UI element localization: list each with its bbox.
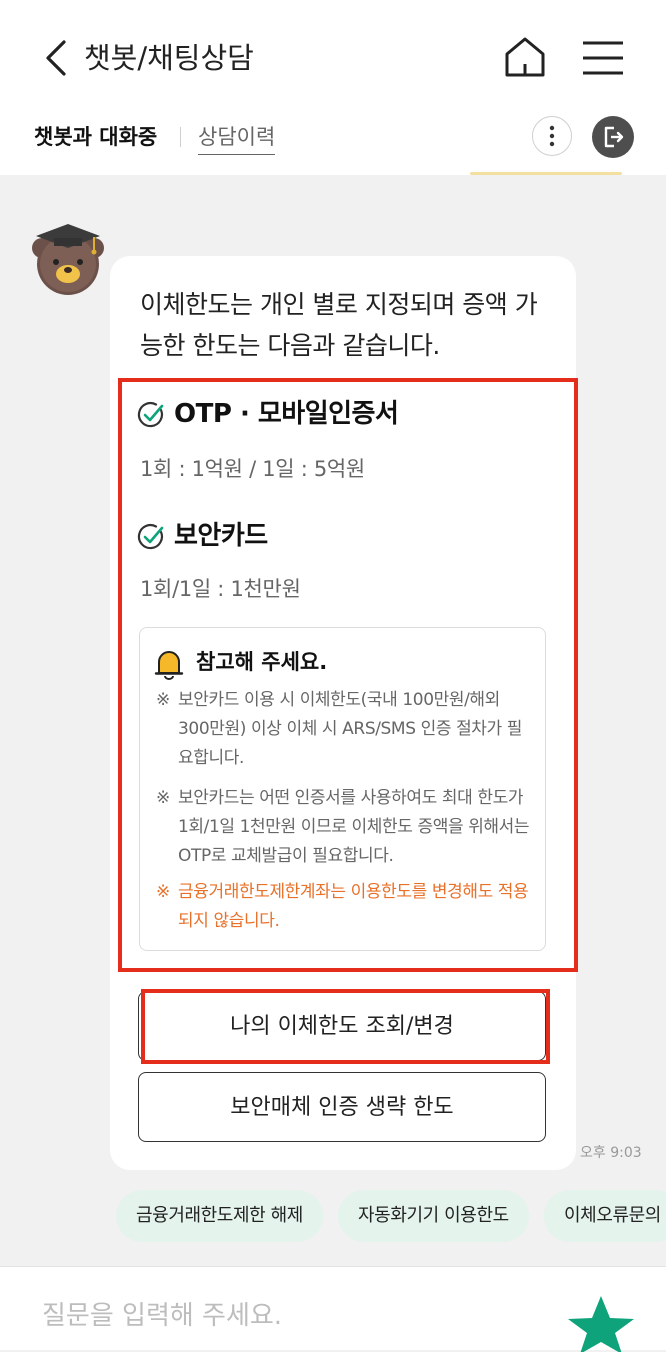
section-title-security-card: 보안카드 xyxy=(174,521,268,551)
check-transfer-limit-button[interactable]: 나의 이체한도 조회/변경 xyxy=(138,991,546,1061)
notice-item-text: 보안카드는 어떤 인증서를 사용하여도 최대 한도가 1회/1일 1천만원 이므… xyxy=(178,788,530,866)
section-title-otp: OTP · 모바일인증서 xyxy=(174,399,399,429)
back-arrow-icon[interactable] xyxy=(40,38,72,78)
page-title: 챗봇/채팅상담 xyxy=(84,41,254,75)
more-vertical-icon xyxy=(549,125,555,147)
chip-transfer-error[interactable]: 이체오류문의 xyxy=(544,1190,666,1242)
notice-title: 참고해 주세요. xyxy=(196,650,328,674)
more-options-button[interactable] xyxy=(532,116,572,156)
section-desc-otp: 1회 : 1억원 / 1일 : 5억원 xyxy=(140,457,365,481)
message-time: 오후 9:03 xyxy=(580,1145,642,1161)
chip-atm-limit[interactable]: 자동화기기 이용한도 xyxy=(338,1190,529,1242)
message-intro: 이체한도는 개인 별로 지정되며 증액 가능한 한도는 다음과 같습니다. xyxy=(140,290,538,360)
bear-graduate-avatar-icon xyxy=(32,224,104,295)
suggestion-chips: 금융거래한도제한 해제 자동화기기 이용한도 이체오류문의 xyxy=(0,1190,666,1242)
scroll-indicator xyxy=(470,172,622,175)
tab-divider xyxy=(180,127,181,147)
tab-history[interactable]: 상담이력 xyxy=(198,120,276,155)
notice-item-warning: ※ 금융거래한도제한계좌는 이용한도를 변경해도 적용되지 않습니다. xyxy=(156,878,536,936)
notice-item-text: 보안카드 이용 시 이체한도(국내 100만원/해외 300만원) 이상 이체 … xyxy=(178,690,523,768)
check-circle-icon xyxy=(137,401,164,428)
star-send-icon[interactable] xyxy=(566,1292,636,1352)
section-desc-security-card: 1회/1일 : 1천만원 xyxy=(140,577,301,601)
chip-financial-limit-release[interactable]: 금융거래한도제한 해제 xyxy=(116,1190,323,1242)
menu-icon[interactable] xyxy=(580,38,626,78)
notice-item: ※ 보안카드 이용 시 이체한도(국내 100만원/해외 300만원) 이상 이… xyxy=(156,686,536,773)
note-mark: ※ xyxy=(156,788,170,808)
notice-item: ※ 보안카드는 어떤 인증서를 사용하여도 최대 한도가 1회/1일 1천만원 … xyxy=(156,784,536,871)
auth-skip-limit-button[interactable]: 보안매체 인증 생략 한도 xyxy=(138,1072,546,1142)
note-mark: ※ xyxy=(156,882,170,902)
bell-icon xyxy=(154,651,184,680)
question-input[interactable] xyxy=(40,1290,544,1342)
tab-chatbot-active[interactable]: 챗봇과 대화중 xyxy=(34,120,157,154)
exit-chat-button[interactable] xyxy=(592,116,634,158)
check-circle-icon xyxy=(137,523,164,550)
note-mark: ※ xyxy=(156,690,170,710)
notice-item-text: 금융거래한도제한계좌는 이용한도를 변경해도 적용되지 않습니다. xyxy=(178,882,529,931)
exit-icon xyxy=(604,126,624,148)
home-icon[interactable] xyxy=(502,34,548,80)
